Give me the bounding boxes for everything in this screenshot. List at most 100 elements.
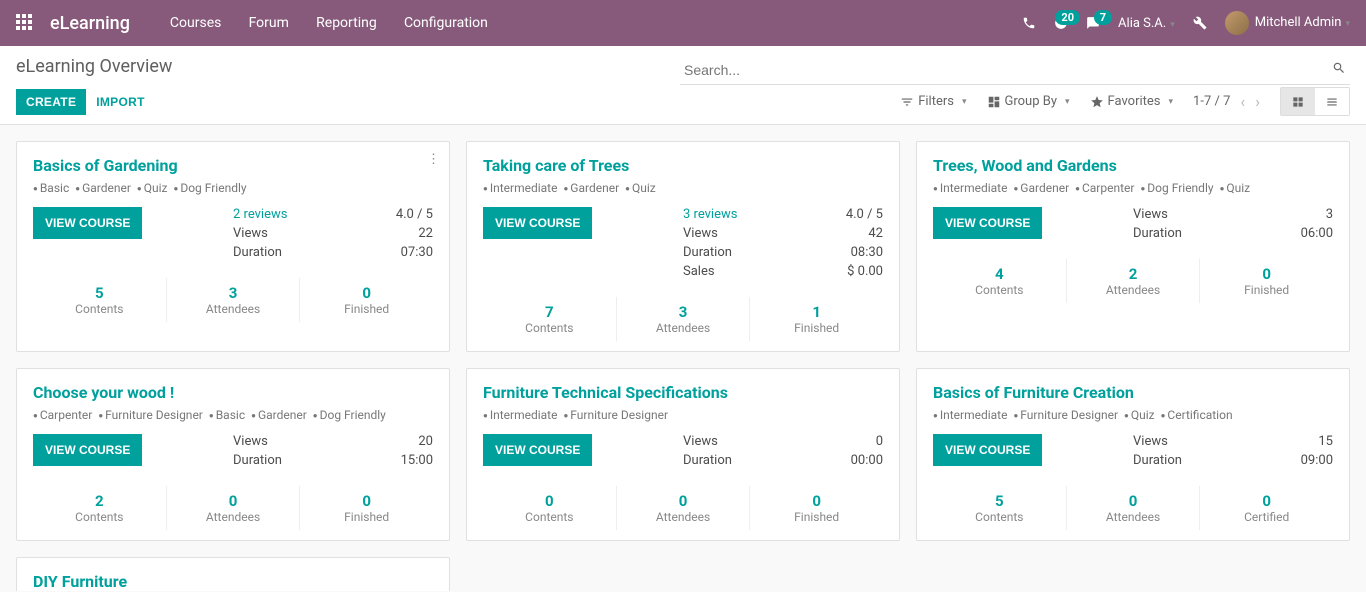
tag: Carpenter — [33, 408, 92, 422]
tag: Intermediate — [483, 408, 557, 422]
course-card[interactable]: Taking care of Trees IntermediateGardener… — [466, 141, 900, 352]
course-card[interactable]: Trees, Wood and Gardens IntermediateGarde… — [916, 141, 1350, 352]
view-course-button[interactable]: VIEW COURSE — [33, 207, 142, 239]
footer-stat[interactable]: 3Attendees — [617, 297, 751, 341]
course-title[interactable]: Choose your wood ! — [33, 383, 433, 402]
course-card[interactable]: Choose your wood ! Carpenter Furniture Des… — [16, 368, 450, 541]
stat-label: Duration — [683, 453, 732, 468]
stat-label: Duration — [683, 245, 732, 260]
tag: Intermediate — [933, 408, 1007, 422]
stat-value: 15 — [1318, 434, 1333, 449]
nav-configuration[interactable]: Configuration — [404, 15, 488, 31]
tag: Quiz — [1220, 181, 1251, 195]
chat-icon[interactable]: 7 — [1086, 16, 1100, 31]
tag: Furniture Designer — [563, 408, 668, 422]
course-tags: CarpenterFurniture DesignerBasicGardener… — [33, 408, 433, 422]
footer-stat[interactable]: 1Finished — [750, 297, 883, 341]
course-title[interactable]: Basics of Gardening — [33, 156, 433, 175]
tag: Gardener — [251, 408, 307, 422]
footer-stat[interactable]: 0Finished — [1200, 259, 1333, 303]
tag: Furniture Designer — [98, 408, 203, 422]
search-input[interactable] — [680, 56, 1350, 85]
footer-stat[interactable]: 0Attendees — [1067, 486, 1201, 530]
stat-label: Duration — [233, 245, 282, 260]
footer-stat[interactable]: 0Certified — [1200, 486, 1333, 530]
course-tags: IntermediateGardenerCarpenterDog Friendl… — [933, 181, 1333, 195]
view-course-button[interactable]: VIEW COURSE — [933, 434, 1042, 466]
pager-next[interactable]: › — [1255, 92, 1260, 111]
stat-label: Duration — [1133, 226, 1182, 241]
favorites-menu[interactable]: Favorites — [1090, 94, 1174, 109]
course-tags: IntermediateGardenerQuiz — [483, 181, 883, 195]
groupby-menu[interactable]: Group By — [987, 94, 1070, 109]
reviews-link[interactable]: 3 reviews — [683, 207, 737, 222]
view-kanban[interactable] — [1281, 88, 1315, 115]
view-course-button[interactable]: VIEW COURSE — [483, 207, 592, 239]
footer-stat[interactable]: 7Contents — [483, 297, 617, 341]
stat-value: 4.0 / 5 — [396, 207, 433, 222]
course-card[interactable]: Basics of Furniture Creation Intermediate… — [916, 368, 1350, 541]
tag: Certification — [1161, 408, 1233, 422]
stat-label: Duration — [233, 453, 282, 468]
pager-text: 1-7 / 7 — [1193, 94, 1230, 109]
view-course-button[interactable]: VIEW COURSE — [33, 434, 142, 466]
view-list[interactable] — [1315, 88, 1349, 115]
nav-courses[interactable]: Courses — [170, 15, 221, 31]
user-menu[interactable]: Mitchell Admin — [1225, 11, 1350, 35]
activity-icon[interactable]: 20 — [1054, 16, 1068, 31]
tag: Quiz — [625, 181, 656, 195]
nav-forum[interactable]: Forum — [249, 15, 289, 31]
course-tags: IntermediateFurniture DesignerQuizCertif… — [933, 408, 1333, 422]
course-title[interactable]: Trees, Wood and Gardens — [933, 156, 1333, 175]
footer-stat[interactable]: 3Attendees — [167, 278, 301, 322]
tag: Intermediate — [483, 181, 557, 195]
more-icon[interactable]: ⋮ — [427, 152, 439, 167]
reviews-link[interactable]: 2 reviews — [233, 207, 287, 222]
footer-stat[interactable]: 2Attendees — [1067, 259, 1201, 303]
view-course-button[interactable]: VIEW COURSE — [483, 434, 592, 466]
tag: Carpenter — [1075, 181, 1134, 195]
apps-icon[interactable] — [16, 14, 34, 32]
debug-icon[interactable] — [1193, 16, 1207, 31]
course-title[interactable]: Furniture Technical Specifications — [483, 383, 883, 402]
course-card[interactable]: Furniture Technical Specifications Interm… — [466, 368, 900, 541]
course-title[interactable]: Taking care of Trees — [483, 156, 883, 175]
footer-stat[interactable]: 0Finished — [750, 486, 883, 530]
kanban-view: ⋮Basics of Gardening BasicGardenerQuizDog… — [0, 125, 1366, 591]
course-title[interactable]: Basics of Furniture Creation — [933, 383, 1333, 402]
stat-value: 06:00 — [1301, 226, 1333, 241]
course-tags: Intermediate Furniture Designer — [483, 408, 883, 422]
course-card[interactable]: ⋮Basics of Gardening BasicGardenerQuizDog… — [16, 141, 450, 352]
footer-stat[interactable]: 5Contents — [33, 278, 167, 322]
pager-prev[interactable]: ‹ — [1240, 92, 1245, 111]
stat-value: 15:00 — [401, 453, 433, 468]
company-select[interactable]: Alia S.A. — [1118, 16, 1175, 31]
filters-menu[interactable]: Filters — [900, 94, 966, 109]
course-title[interactable]: DIY Furniture — [33, 572, 433, 591]
stat-value: $ 0.00 — [847, 264, 883, 279]
footer-stat[interactable]: 5Contents — [933, 486, 1067, 530]
import-button[interactable]: IMPORT — [86, 89, 154, 115]
brand[interactable]: eLearning — [50, 13, 130, 34]
stat-label: Views — [233, 434, 268, 449]
footer-stat[interactable]: 0Attendees — [617, 486, 751, 530]
stat-value: 3 — [1326, 207, 1333, 222]
footer-stat[interactable]: 0Finished — [300, 486, 433, 530]
view-course-button[interactable]: VIEW COURSE — [933, 207, 1042, 239]
search-icon[interactable] — [1332, 60, 1346, 75]
footer-stat[interactable]: 4Contents — [933, 259, 1067, 303]
nav-reporting[interactable]: Reporting — [316, 15, 377, 31]
course-tags: BasicGardenerQuizDog Friendly — [33, 181, 433, 195]
phone-icon[interactable] — [1022, 16, 1036, 31]
footer-stat[interactable]: 0Finished — [300, 278, 433, 322]
footer-stat[interactable]: 2Contents — [33, 486, 167, 530]
stat-label: Views — [1133, 207, 1168, 222]
chat-badge: 7 — [1094, 10, 1112, 25]
footer-stat[interactable]: 0Attendees — [167, 486, 301, 530]
create-button[interactable]: CREATE — [16, 89, 86, 115]
course-card[interactable]: DIY FurnitureAdvancedCarpenterFurniture … — [16, 557, 450, 591]
footer-stat[interactable]: 0Contents — [483, 486, 617, 530]
tag: Dog Friendly — [173, 181, 246, 195]
tag: Gardener — [75, 181, 131, 195]
stat-label: Views — [683, 226, 718, 241]
